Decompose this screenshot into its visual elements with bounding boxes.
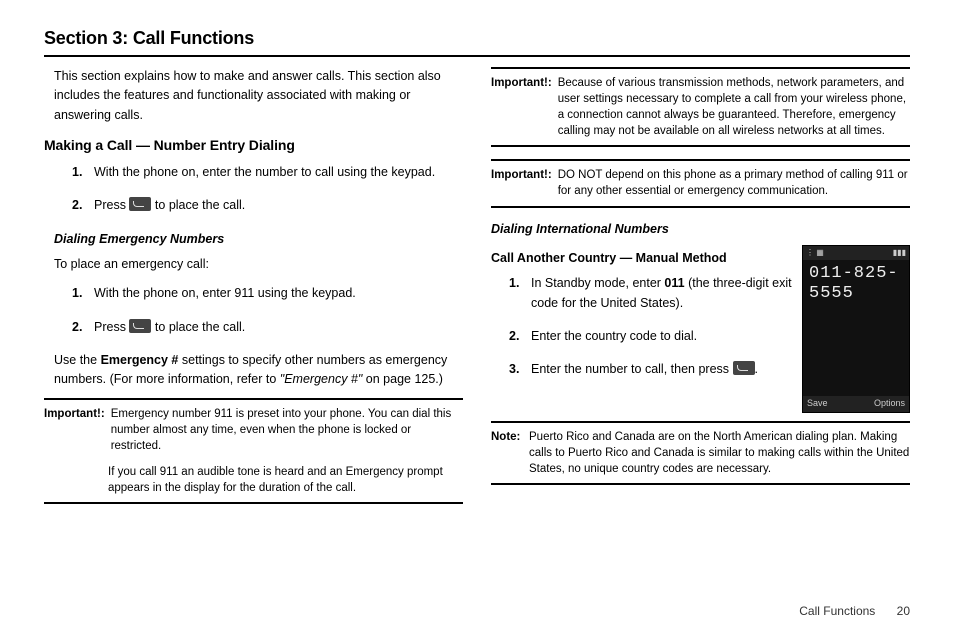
important-body: Emergency number 911 is preset into your…: [111, 406, 463, 454]
note-label: Note:: [491, 429, 523, 477]
step-text-pre: In Standby mode, enter: [531, 276, 664, 290]
after-pre: Use the: [54, 353, 101, 367]
step-text-post: to place the call.: [155, 198, 245, 212]
title-rule: [44, 55, 910, 57]
phone-screenshot: ⋮ ▦ ▮▮▮ 011-825- 5555 Save Options: [802, 245, 910, 413]
important-911-preset: Important!: Emergency number 911 is pres…: [44, 398, 463, 504]
important-body-2: If you call 911 an audible tone is heard…: [108, 464, 463, 496]
step-text-post: to place the call.: [155, 320, 245, 334]
phone-number-line1: 011-825-: [809, 264, 903, 284]
after-post: on page 125.): [362, 372, 443, 386]
emergency-intro: To place an emergency call:: [54, 255, 463, 274]
footer-page-number: 20: [897, 604, 910, 618]
step-number: 1.: [509, 274, 519, 293]
status-left: ⋮ ▦: [806, 247, 824, 259]
step-text-pre: Press: [94, 198, 129, 212]
step-number: 1.: [72, 284, 82, 303]
step-text-bold: 011: [664, 276, 684, 290]
emergency-step-2: 2. Press to place the call.: [72, 318, 463, 337]
important-body: DO NOT depend on this phone as a primary…: [558, 167, 910, 199]
making-call-step-1: 1. With the phone on, enter the number t…: [72, 163, 463, 182]
step-text-post: .: [755, 362, 758, 376]
making-call-heading: Making a Call — Number Entry Dialing: [44, 135, 463, 157]
step-number: 2.: [72, 318, 82, 337]
intl-step-3: 3. Enter the number to call, then press …: [509, 360, 792, 379]
emergency-step-1: 1. With the phone on, enter 911 using th…: [72, 284, 463, 303]
step-text-pre: Enter the number to call, then press: [531, 362, 733, 376]
intl-step-1: 1. In Standby mode, enter 011 (the three…: [509, 274, 792, 313]
softkey-left: Save: [807, 397, 828, 411]
important-label: Important!:: [491, 75, 552, 139]
section-title: Section 3: Call Functions: [44, 28, 910, 49]
making-call-step-2: 2. Press to place the call.: [72, 196, 463, 215]
international-subheading: Call Another Country — Manual Method: [491, 249, 792, 268]
phone-status-bar: ⋮ ▦ ▮▮▮: [803, 246, 909, 260]
step-number: 2.: [72, 196, 82, 215]
important-body: Because of various transmission methods,…: [558, 75, 910, 139]
emergency-heading: Dialing Emergency Numbers: [54, 230, 463, 249]
note-body: Puerto Rico and Canada are on the North …: [529, 429, 910, 477]
important-do-not-depend: Important!: DO NOT depend on this phone …: [491, 159, 910, 207]
international-heading: Dialing International Numbers: [491, 220, 910, 239]
intl-step-2: 2. Enter the country code to dial.: [509, 327, 792, 346]
after-bold: Emergency #: [101, 353, 179, 367]
after-ref: "Emergency #": [280, 372, 363, 386]
step-text: With the phone on, enter the number to c…: [94, 165, 435, 179]
phone-number-line2: 5555: [809, 284, 903, 304]
send-key-icon: [129, 319, 151, 333]
step-text: Enter the country code to dial.: [531, 329, 697, 343]
intro-text: This section explains how to make and an…: [54, 67, 463, 125]
page-footer: Call Functions 20: [799, 604, 910, 618]
emergency-after: Use the Emergency # settings to specify …: [54, 351, 453, 390]
important-transmission: Important!: Because of various transmiss…: [491, 67, 910, 147]
phone-softkeys: Save Options: [803, 396, 909, 412]
phone-number-display: 011-825- 5555: [803, 260, 909, 309]
status-right: ▮▮▮: [893, 247, 906, 259]
note-puerto-rico: Note: Puerto Rico and Canada are on the …: [491, 421, 910, 485]
important-label: Important!:: [44, 406, 105, 454]
send-key-icon: [129, 197, 151, 211]
step-number: 2.: [509, 327, 519, 346]
step-number: 1.: [72, 163, 82, 182]
send-key-icon: [733, 361, 755, 375]
step-number: 3.: [509, 360, 519, 379]
important-label: Important!:: [491, 167, 552, 199]
softkey-right: Options: [874, 397, 905, 411]
step-text-pre: Press: [94, 320, 129, 334]
step-text: With the phone on, enter 911 using the k…: [94, 286, 356, 300]
footer-section: Call Functions: [799, 604, 875, 618]
